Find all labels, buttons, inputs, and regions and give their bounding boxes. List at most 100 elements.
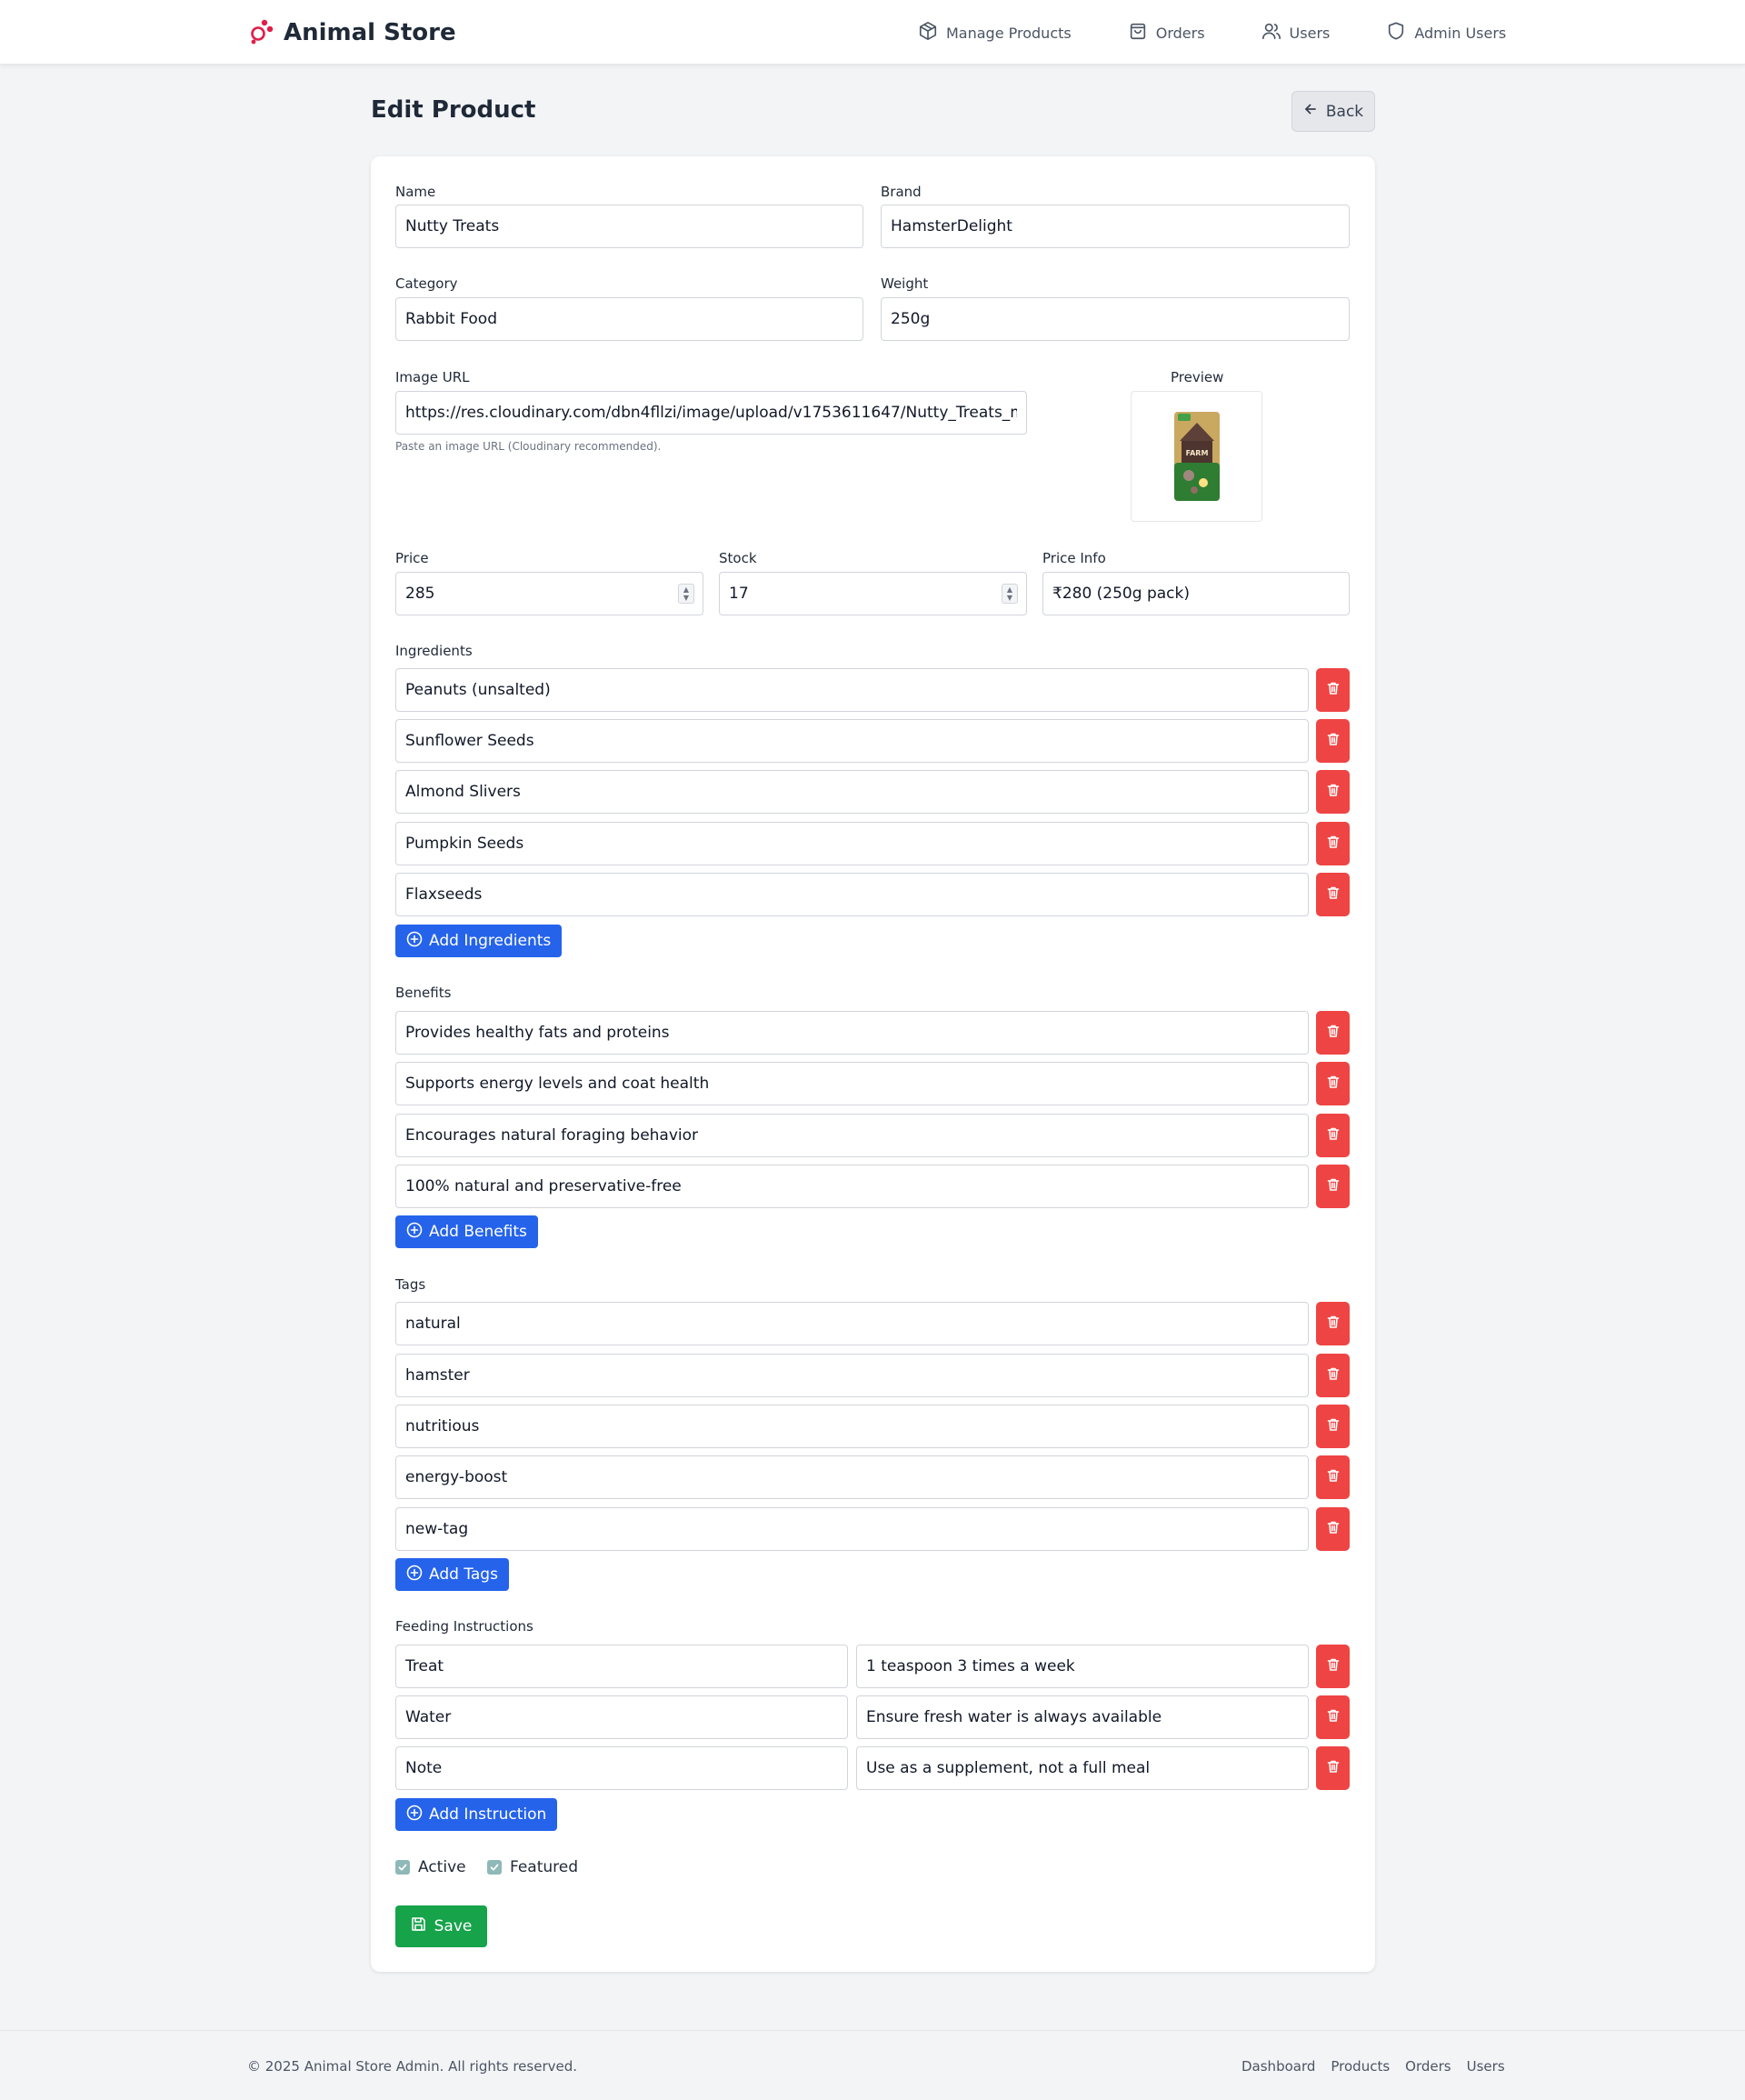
nav-admin-users[interactable]: Admin Users	[1386, 21, 1506, 45]
tag-input[interactable]	[395, 1405, 1309, 1448]
footer: © 2025 Animal Store Admin. All rights re…	[0, 2030, 1745, 2100]
add-instruction-button[interactable]: Add Instruction	[395, 1798, 558, 1831]
nav-label: Admin Users	[1414, 24, 1507, 42]
benefit-input[interactable]	[395, 1062, 1309, 1105]
featured-checkbox-row[interactable]: Featured	[487, 1858, 578, 1876]
feeding-value-input[interactable]	[856, 1746, 1309, 1790]
active-checkbox-row[interactable]: Active	[395, 1858, 466, 1876]
feeding-value-input[interactable]	[856, 1695, 1309, 1739]
trash-icon	[1326, 1759, 1341, 1777]
stock-input[interactable]	[719, 572, 1027, 615]
price-input[interactable]	[395, 572, 703, 615]
stock-spinner[interactable]: ▲ ▼	[1002, 584, 1018, 604]
users-icon	[1261, 21, 1281, 45]
add-tag-label: Add Tags	[429, 1565, 498, 1584]
delete-benefit-button[interactable]	[1316, 1062, 1350, 1105]
delete-tag-button[interactable]	[1316, 1455, 1350, 1499]
brand-input[interactable]	[881, 205, 1350, 248]
brand[interactable]: Animal Store	[247, 17, 456, 48]
delete-benefit-button[interactable]	[1316, 1165, 1350, 1208]
image-url-input[interactable]	[395, 391, 1027, 435]
delete-ingredient-button[interactable]	[1316, 822, 1350, 865]
feeding-value-input[interactable]	[856, 1645, 1309, 1688]
featured-label: Featured	[510, 1858, 579, 1876]
delete-ingredient-button[interactable]	[1316, 719, 1350, 763]
add-ingredient-button[interactable]: Add Ingredients	[395, 925, 563, 957]
trash-icon	[1326, 1708, 1341, 1726]
trash-icon	[1326, 1024, 1341, 1042]
trash-icon	[1326, 885, 1341, 904]
feeding-key-input[interactable]	[395, 1645, 848, 1688]
ingredient-input[interactable]	[395, 822, 1309, 865]
trash-icon	[1326, 1126, 1341, 1145]
tag-input[interactable]	[395, 1507, 1309, 1551]
footer-links: Dashboard Products Orders Users	[1241, 2058, 1505, 2075]
delete-benefit-button[interactable]	[1316, 1011, 1350, 1055]
delete-ingredient-button[interactable]	[1316, 770, 1350, 814]
footer-link-users[interactable]: Users	[1467, 2058, 1505, 2075]
active-checkbox[interactable]	[395, 1860, 410, 1875]
tag-input[interactable]	[395, 1354, 1309, 1397]
top-navbar: Animal Store Manage Products Orders User…	[0, 0, 1745, 65]
benefit-input[interactable]	[395, 1114, 1309, 1157]
nav-orders[interactable]: Orders	[1128, 21, 1205, 45]
trash-icon	[1326, 1657, 1341, 1675]
category-input[interactable]	[395, 297, 863, 341]
add-tag-button[interactable]: Add Tags	[395, 1558, 509, 1591]
delete-tag-button[interactable]	[1316, 1405, 1350, 1448]
weight-input[interactable]	[881, 297, 1350, 341]
add-benefit-button[interactable]: Add Benefits	[395, 1215, 538, 1248]
save-button[interactable]: Save	[395, 1905, 487, 1947]
back-button[interactable]: Back	[1291, 91, 1375, 132]
trash-icon	[1326, 1315, 1341, 1333]
plus-circle-icon	[406, 1805, 423, 1825]
delete-tag-button[interactable]	[1316, 1302, 1350, 1345]
tag-input[interactable]	[395, 1302, 1309, 1345]
ingredient-input[interactable]	[395, 873, 1309, 916]
category-label: Category	[395, 275, 458, 292]
delete-ingredient-button[interactable]	[1316, 873, 1350, 916]
nav-label: Orders	[1155, 24, 1205, 42]
footer-copyright: © 2025 Animal Store Admin. All rights re…	[247, 2058, 578, 2075]
tags-label: Tags	[395, 1276, 426, 1293]
nav-users[interactable]: Users	[1261, 21, 1330, 45]
trash-icon	[1326, 783, 1341, 801]
footer-link-orders[interactable]: Orders	[1405, 2058, 1451, 2075]
delete-benefit-button[interactable]	[1316, 1114, 1350, 1157]
price-spinner[interactable]: ▲ ▼	[678, 584, 694, 604]
delete-tag-button[interactable]	[1316, 1354, 1350, 1397]
nav-manage-products[interactable]: Manage Products	[918, 21, 1072, 45]
delete-instruction-button[interactable]	[1316, 1746, 1350, 1790]
image-url-label: Image URL	[395, 369, 470, 385]
benefit-input[interactable]	[395, 1165, 1309, 1208]
delete-tag-button[interactable]	[1316, 1507, 1350, 1551]
ingredient-input[interactable]	[395, 668, 1309, 712]
footer-link-products[interactable]: Products	[1331, 2058, 1390, 2075]
brand-label: Brand	[881, 184, 922, 200]
paw-icon	[247, 17, 274, 48]
add-instruction-label: Add Instruction	[429, 1805, 547, 1824]
save-label: Save	[434, 1917, 473, 1935]
ingredient-input[interactable]	[395, 770, 1309, 814]
footer-link-dashboard[interactable]: Dashboard	[1241, 2058, 1315, 2075]
delete-ingredient-button[interactable]	[1316, 668, 1350, 712]
weight-label: Weight	[881, 275, 929, 292]
delete-instruction-button[interactable]	[1316, 1695, 1350, 1739]
feeding-key-input[interactable]	[395, 1695, 848, 1739]
plus-circle-icon	[406, 1222, 423, 1243]
app-name: Animal Store	[284, 19, 456, 46]
plus-circle-icon	[406, 931, 423, 952]
plus-circle-icon	[406, 1565, 423, 1585]
tag-input[interactable]	[395, 1455, 1309, 1499]
featured-checkbox[interactable]	[487, 1860, 502, 1875]
ingredient-input[interactable]	[395, 719, 1309, 763]
active-label: Active	[418, 1858, 466, 1876]
benefit-input[interactable]	[395, 1011, 1309, 1055]
main-nav: Manage Products Orders Users Admin Users	[918, 20, 1506, 45]
name-input[interactable]	[395, 205, 863, 248]
feeding-key-input[interactable]	[395, 1746, 848, 1790]
price-info-input[interactable]	[1042, 572, 1350, 615]
trash-icon	[1326, 1520, 1341, 1538]
delete-instruction-button[interactable]	[1316, 1645, 1350, 1688]
shopping-bag-icon	[1128, 21, 1148, 45]
